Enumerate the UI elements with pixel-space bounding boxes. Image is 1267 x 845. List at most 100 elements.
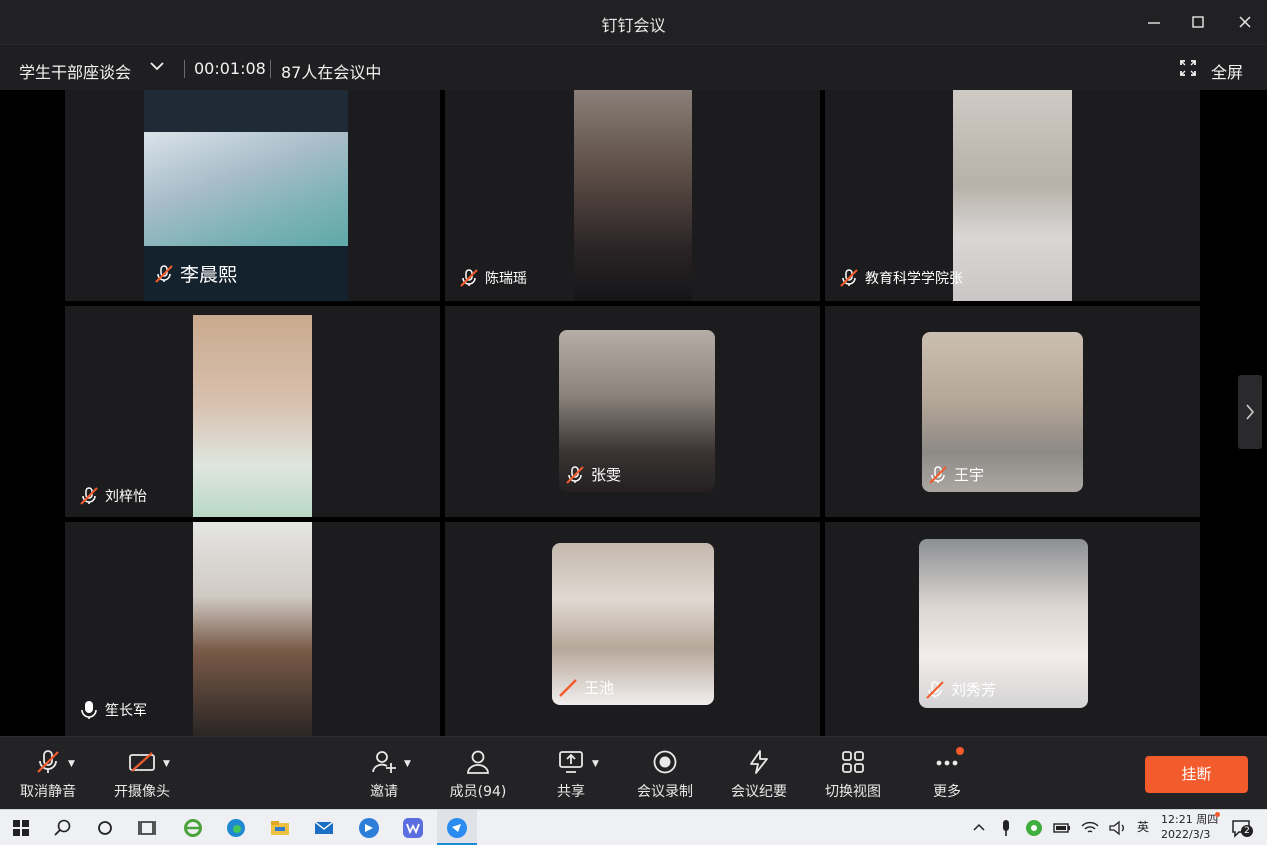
participant-tile[interactable]: 刘梓怡 [65, 306, 440, 517]
edge-browser-icon[interactable] [225, 817, 247, 839]
members-button[interactable]: 成员(94) [447, 743, 509, 805]
video-feed: 张雯 [559, 330, 715, 492]
participant-count[interactable]: 87人在会议中 [281, 59, 381, 83]
cortana-icon[interactable] [94, 817, 116, 839]
fullscreen-button[interactable]: 全屏 [1211, 59, 1243, 83]
os-taskbar: 英 12:21 周四 2022/3/3 2 [0, 809, 1267, 845]
caret-down-icon[interactable]: ▼ [163, 759, 170, 769]
switch-view-label: 切换视图 [825, 784, 881, 800]
participant-tile[interactable]: 陈瑞瑶 [445, 90, 820, 301]
windows-start-icon[interactable] [10, 817, 32, 839]
participant-name-tag: 笙长军 [79, 700, 147, 720]
chevron-right-icon [1246, 404, 1255, 420]
battery-icon[interactable] [1051, 817, 1073, 839]
minimize-button[interactable] [1142, 10, 1166, 34]
grid-view-icon [842, 751, 864, 773]
video-feed [193, 315, 312, 517]
minutes-label: 会议纪要 [731, 784, 787, 800]
active-app-indicator[interactable] [437, 810, 477, 845]
participant-name-tag: 教育科学学院张 [839, 268, 963, 288]
participant-tile[interactable]: 张雯 [445, 306, 820, 517]
caret-down-icon[interactable]: ▼ [592, 759, 599, 769]
participant-name: 刘秀芳 [951, 681, 997, 699]
invite-label: 邀请 [370, 784, 398, 800]
close-button[interactable] [1233, 10, 1257, 34]
switch-view-button[interactable]: 切换视图 [823, 743, 883, 805]
search-icon[interactable] [52, 817, 74, 839]
share-button[interactable]: 共享 [555, 743, 587, 805]
minutes-button[interactable]: 会议纪要 [729, 743, 789, 805]
participant-tile[interactable]: 笙长军 [65, 522, 440, 736]
caret-down-icon[interactable]: ▼ [68, 759, 75, 769]
participant-name-tag: 张雯 [565, 464, 621, 485]
file-explorer-icon[interactable] [269, 817, 291, 839]
record-label: 会议录制 [637, 784, 693, 800]
meeting-toolbar: 取消静音 ▼ 开摄像头 ▼ 邀请 ▼ 成员(94) 共享 ▼ 会议录制 会议纪要 [0, 736, 1267, 809]
participant-name-tag: 王宇 [928, 464, 984, 485]
maximize-icon [1192, 16, 1204, 28]
feishu-app-icon[interactable] [358, 817, 380, 839]
camera-button[interactable]: 开摄像头 [112, 743, 172, 805]
video-feed: 王宇 [922, 332, 1083, 492]
add-user-icon [372, 751, 396, 773]
camera-label: 开摄像头 [114, 784, 170, 800]
caret-down-icon[interactable]: ▼ [404, 759, 411, 769]
minutes-icon [750, 750, 768, 774]
mic-muted-icon [37, 750, 59, 773]
mic-muted-icon [155, 264, 173, 283]
screen-share-icon [559, 751, 583, 773]
wps-app-icon[interactable] [402, 817, 424, 839]
video-feed [193, 522, 312, 736]
participant-tile[interactable]: 教育科学学院张 [825, 90, 1200, 301]
video-feed: 王池 [552, 543, 714, 705]
participant-tile[interactable]: 刘秀芳 [825, 522, 1200, 736]
unmute-button[interactable]: 取消静音 [18, 743, 78, 805]
video-feed: 李晨熙 [144, 90, 348, 301]
microphone-tray-icon[interactable] [995, 817, 1017, 839]
wifi-icon[interactable] [1079, 817, 1101, 839]
participant-tile[interactable]: 李晨熙 [65, 90, 440, 301]
participant-name: 王池 [584, 679, 615, 697]
meeting-info-bar: 学生干部座谈会 00:01:08 87人在会议中 全屏 [0, 46, 1267, 90]
input-method-indicator[interactable]: 英 [1137, 821, 1149, 834]
maximize-button[interactable] [1186, 10, 1210, 34]
volume-icon[interactable] [1107, 817, 1129, 839]
mic-muted-icon [460, 269, 478, 287]
participant-name: 陈瑞瑶 [485, 271, 527, 287]
camera-off-icon [129, 752, 155, 772]
participant-name: 李晨熙 [180, 264, 238, 286]
wechat-tray-icon[interactable] [1023, 817, 1045, 839]
mail-icon[interactable] [313, 817, 335, 839]
fullscreen-icon[interactable] [1180, 60, 1196, 76]
chevron-up-icon[interactable] [968, 817, 990, 839]
meeting-name[interactable]: 学生干部座谈会 [19, 59, 131, 83]
members-icon [467, 750, 489, 774]
record-button[interactable]: 会议录制 [635, 743, 695, 805]
mic-muted-icon [840, 269, 858, 287]
video-feed [953, 90, 1072, 301]
members-label: 成员(94) [449, 784, 507, 800]
divider [270, 60, 271, 78]
mic-muted-icon [559, 678, 577, 697]
invite-button[interactable]: 邀请 [364, 743, 404, 805]
mic-muted-icon [80, 487, 98, 505]
participant-tile[interactable]: 王池 [445, 522, 820, 736]
hangup-button[interactable]: 挂断 [1145, 756, 1248, 793]
participant-name: 教育科学学院张 [865, 271, 963, 287]
task-view-icon[interactable] [136, 817, 158, 839]
next-page-button[interactable] [1238, 375, 1262, 449]
participant-name-tag: 王池 [558, 677, 614, 698]
dingtalk-icon [447, 818, 467, 838]
participant-name-tag: 刘梓怡 [79, 486, 147, 506]
clock-time[interactable]: 12:21 周四 [1161, 813, 1218, 826]
video-feed [574, 90, 692, 301]
mic-muted-icon [926, 680, 944, 699]
video-feed: 刘秀芳 [919, 539, 1088, 708]
minimize-icon [1148, 22, 1160, 24]
unmute-label: 取消静音 [20, 784, 76, 800]
notification-count-badge: 2 [1241, 825, 1253, 837]
participant-tile[interactable]: 王宇 [825, 306, 1200, 517]
clock-date[interactable]: 2022/3/3 [1161, 828, 1210, 841]
ie-browser-icon[interactable] [182, 817, 204, 839]
chevron-down-icon[interactable] [148, 56, 166, 76]
